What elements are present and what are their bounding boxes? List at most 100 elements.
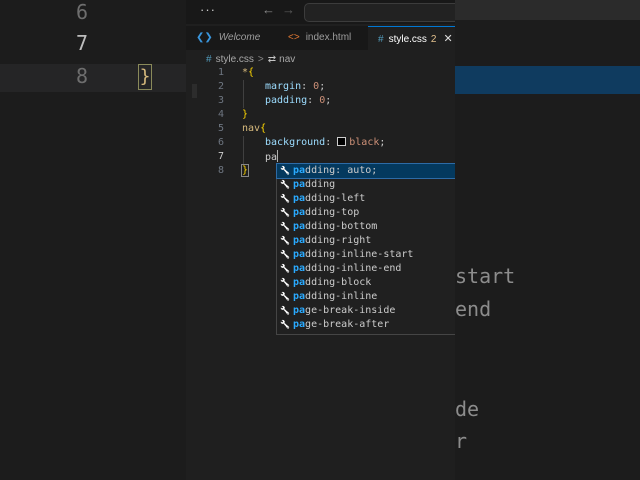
suggestion-rest: dding-inline-end [305,263,402,274]
breadcrumb-symbol[interactable]: nav [279,54,295,65]
code-text: background: black; [265,136,385,150]
suggestion-rest: ge-break-inside [305,305,396,316]
line-number: 1 [217,67,224,78]
suggestion-match-highlight: pa [293,179,306,190]
suggestion-label: padding-inline-end [293,262,401,276]
vscode-logo-icon: ❮❯ [196,32,213,43]
suggestion-rest: dding-right [305,235,372,246]
code-line: 4 } [186,108,455,122]
indent-guide [243,150,244,164]
suggestion-label: padding-left [293,192,365,206]
line-number: 7 [217,151,224,162]
editor-window: ··· ← → ❮❯ Welcome <> index.html # style.cs… [186,0,455,480]
suggestion-item[interactable]: 🔧 page-break-inside [277,304,455,318]
code-text: nav{ [242,122,266,136]
suggestion-item[interactable]: 🔧 padding-inline [277,290,455,304]
problem-count-badge: 2 [430,34,437,45]
autocomplete-suggestions: 🔧 padding: auto; 🔧 padding 🔧 padding-left 🔧 pad… [276,163,455,335]
suggestion-label: padding [293,178,335,192]
background-text: r [455,429,468,453]
suggestion-item[interactable]: 🔧 padding-block [277,276,455,290]
suggestion-label: page-break-after [293,318,389,332]
suggestion-item[interactable]: 🔧 page-break-after [277,318,455,332]
css-hash-icon: # [206,54,212,65]
code-token: ; [319,81,326,92]
tab-welcome[interactable]: ❮❯ Welcome [196,26,261,50]
line-number: 4 [217,109,224,120]
wrench-icon: 🔧 [280,264,290,273]
line-number: 3 [217,95,224,106]
breadcrumb-file[interactable]: style.css [216,54,254,65]
suggestion-rest: dding-block [305,277,372,288]
line-number: 6 [217,137,224,148]
background-left-panel: 6 7 8 } [0,0,186,480]
more-menu-button[interactable]: ··· [200,2,216,17]
code-line: 5 nav{ [186,122,455,136]
suggestion-item[interactable]: 🔧 padding-inline-start [277,248,455,262]
arrow-right-icon[interactable]: → [282,2,295,17]
code-token: padding [265,95,308,106]
suggestion-match-highlight: pa [293,207,306,218]
tab-index-html[interactable]: <> index.html [288,26,352,50]
background-text: start [455,264,516,288]
suggestion-item[interactable]: 🔧 padding-left [277,192,455,206]
code-line: 1 *{ [186,66,455,80]
code-token: ; [379,137,386,148]
breadcrumb-separator: > [257,54,264,65]
suggestion-item[interactable]: 🔧 padding-bottom [277,220,455,234]
code-token: ; [325,95,332,106]
indent-guide [243,136,244,150]
suggestion-label: padding-bottom [293,220,377,234]
suggestion-label: padding-right [293,234,371,248]
wrench-icon: 🔧 [280,236,290,245]
code-text: padding: 0; [265,94,331,108]
suggestion-item[interactable]: 🔧 padding-right [277,234,455,248]
background-line-number: 6 [76,0,89,24]
suggestion-match-highlight: pa [293,235,306,246]
code-token: { [260,123,267,134]
title-bar: ··· ← → [186,0,455,24]
background-topbar [455,0,640,20]
suggestion-label: padding: auto; [293,164,377,178]
line-number: 8 [217,165,224,176]
suggestion-label: padding-inline [293,290,377,304]
suggestion-label: padding-block [293,276,371,290]
indent-guide [243,80,244,94]
code-token: nav [242,123,261,134]
wrench-icon: 🔧 [280,320,290,329]
wrench-icon: 🔧 [280,208,290,217]
symbol-structure-icon: ⇄ [267,54,277,65]
suggestion-rest: dding-inline-start [305,249,414,260]
code-line: 6 background: black; [186,136,455,150]
close-icon[interactable]: ✕ [443,33,452,45]
wrench-icon: 🔧 [280,180,290,189]
wrench-icon: 🔧 [280,250,290,259]
background-text: de [455,397,480,421]
tab-label: index.html [305,32,352,43]
code-token: pa [265,152,278,163]
code-token: : [325,137,338,148]
command-center-search[interactable] [304,3,455,22]
background-selection [455,66,640,94]
suggestion-label: page-break-inside [293,304,395,318]
code-text: margin: 0; [265,80,325,94]
suggestion-match-highlight: pa [293,193,306,204]
wrench-icon: 🔧 [280,278,290,287]
suggestion-item[interactable]: 🔧 padding-top [277,206,455,220]
suggestion-match-highlight: pa [293,263,306,274]
suggestion-match-highlight: pa [293,305,306,316]
line-number: 5 [217,123,224,134]
code-line-current: 7 pa [186,150,455,164]
code-token: { [248,67,255,78]
background-line-number: 7 [76,31,89,55]
code-line: 2 margin: 0; [186,80,455,94]
color-swatch[interactable] [337,137,347,146]
tab-bar: ❮❯ Welcome <> index.html # style.css 2 ✕ [186,26,455,50]
suggestion-item[interactable]: 🔧 padding [277,178,455,192]
suggestion-item[interactable]: 🔧 padding-inline-end [277,262,455,276]
tab-style-css[interactable]: # style.css 2 ✕ [368,26,455,50]
code-token: } [242,109,249,120]
arrow-left-icon[interactable]: ← [262,2,275,17]
suggestion-item[interactable]: 🔧 padding: auto; [276,163,455,179]
suggestion-rest: dding-bottom [305,221,378,232]
